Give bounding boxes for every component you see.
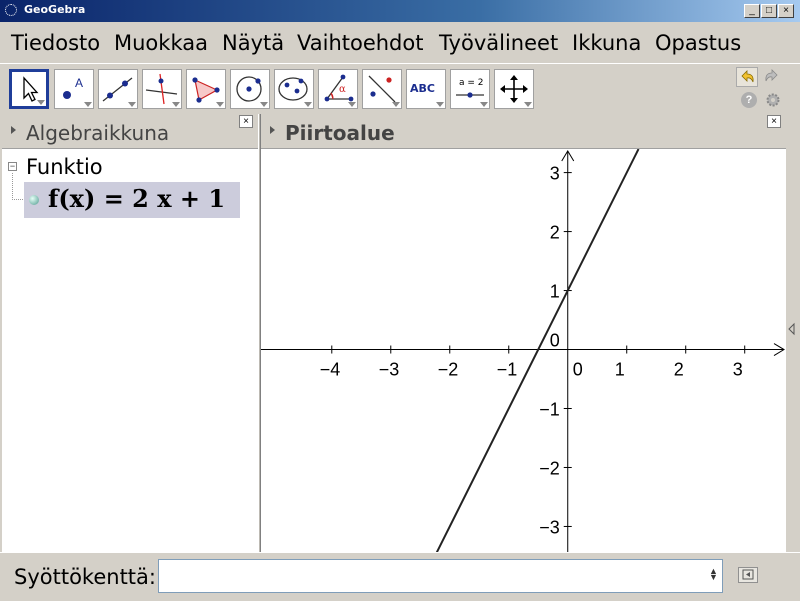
move-tool-button[interactable] xyxy=(9,69,49,109)
polygon-tool-button[interactable] xyxy=(186,69,226,109)
function-row[interactable]: f(x) = 2 x + 1 xyxy=(24,182,240,218)
svg-text:A: A xyxy=(75,76,83,90)
x-tick-label: 1 xyxy=(615,360,625,380)
origin-label: 0 xyxy=(550,331,560,351)
y-tick-label: −1 xyxy=(539,400,560,420)
undo-icon xyxy=(741,70,754,83)
side-strip xyxy=(786,114,800,552)
move-graphics-view-tool-button[interactable] xyxy=(494,69,534,109)
text-tool-button[interactable]: ABC xyxy=(406,69,446,109)
menu-edit[interactable]: Muokkaa xyxy=(114,31,208,55)
line-tool-button[interactable] xyxy=(98,69,138,109)
menu-window[interactable]: Ikkuna xyxy=(572,31,641,55)
x-tick-label: 3 xyxy=(733,360,743,380)
text-tool-label: ABC xyxy=(410,82,435,95)
y-tick-label: 2 xyxy=(550,223,560,243)
input-field[interactable] xyxy=(158,559,723,593)
reflect-tool-button[interactable] xyxy=(362,69,402,109)
menu-help[interactable]: Opastus xyxy=(655,31,741,55)
conic-tool-button[interactable] xyxy=(274,69,314,109)
menu-options[interactable]: Vaihtoehdot xyxy=(297,31,423,55)
input-help-icon xyxy=(742,569,754,580)
x-tick-label: −2 xyxy=(438,360,459,380)
redo-button[interactable] xyxy=(762,67,784,87)
graphics-view-header: Piirtoalue × xyxy=(261,114,786,148)
circle-tool-button[interactable] xyxy=(230,69,270,109)
function-plot[interactable]: −4 −3 −2 −1 0 1 2 3 −3 −2 −1 1 2 3 0 xyxy=(261,149,786,553)
undo-button[interactable] xyxy=(736,67,758,87)
x-tick-label: 0 xyxy=(573,360,583,380)
minimize-button[interactable]: _ xyxy=(744,4,760,18)
y-tick-label: 1 xyxy=(550,282,560,302)
angle-tool-button[interactable]: α xyxy=(318,69,358,109)
algebra-close-button[interactable]: × xyxy=(239,115,253,128)
geogebra-logo-icon xyxy=(5,4,17,16)
collapse-arrow-icon[interactable] xyxy=(270,126,275,134)
tree-collapse-toggle[interactable]: − xyxy=(8,162,17,171)
graphics-view-title: Piirtoalue xyxy=(285,121,395,145)
menu-bar: Tiedosto Muokkaa Näytä Vaihtoehdot Työvä… xyxy=(0,23,800,63)
perpendicular-line-tool-button[interactable] xyxy=(142,69,182,109)
input-help-button[interactable] xyxy=(738,567,758,583)
x-tick-label: −4 xyxy=(320,360,341,380)
input-history-arrows-icon[interactable]: ▲ ▼ xyxy=(709,567,718,582)
menu-tools[interactable]: Työvälineet xyxy=(439,31,558,55)
window-title: GeoGebra xyxy=(24,3,86,16)
input-bar: Syöttökenttä: ▲ ▼ xyxy=(0,552,800,601)
algebra-view-title: Algebraikkuna xyxy=(26,121,170,145)
expand-arrow-icon[interactable] xyxy=(786,114,800,552)
slider-tool-button[interactable]: a = 2 xyxy=(450,69,490,109)
x-tick-label: −1 xyxy=(497,360,518,380)
input-label: Syöttökenttä: xyxy=(14,565,156,589)
menu-file[interactable]: Tiedosto xyxy=(11,31,100,55)
y-tick-label: −3 xyxy=(539,517,560,537)
new-point-tool-button[interactable]: A xyxy=(54,69,94,109)
function-graph-line xyxy=(435,149,640,553)
visibility-toggle-icon[interactable] xyxy=(29,195,39,205)
gear-icon xyxy=(766,93,780,107)
help-icon[interactable]: ? xyxy=(741,92,757,108)
algebra-view: − Funktio f(x) = 2 x + 1 xyxy=(2,148,258,553)
y-tick-label: −2 xyxy=(539,458,560,478)
svg-text:α: α xyxy=(339,84,346,95)
function-definition[interactable]: f(x) = 2 x + 1 xyxy=(48,184,225,213)
y-tick-label: 3 xyxy=(550,164,560,184)
x-tick-label: −3 xyxy=(379,360,400,380)
dropdown-arrow-icon xyxy=(37,100,45,105)
collapse-arrow-icon[interactable] xyxy=(11,126,16,134)
algebra-view-header: Algebraikkuna × xyxy=(0,114,258,148)
x-tick-label: 2 xyxy=(674,360,684,380)
toolbar: A α ABC a = 2 ? xyxy=(0,63,800,114)
close-button[interactable]: × xyxy=(778,4,794,18)
redo-icon xyxy=(765,69,778,82)
settings-button[interactable] xyxy=(764,91,782,109)
graphics-view[interactable]: −4 −3 −2 −1 0 1 2 3 −3 −2 −1 1 2 3 0 xyxy=(261,148,786,553)
maximize-button[interactable]: □ xyxy=(761,4,777,18)
tree-node-function[interactable]: Funktio xyxy=(26,155,103,179)
title-bar: GeoGebra _ □ × xyxy=(0,0,800,22)
menu-view[interactable]: Näytä xyxy=(222,31,284,55)
graphics-close-button[interactable]: × xyxy=(767,115,781,128)
